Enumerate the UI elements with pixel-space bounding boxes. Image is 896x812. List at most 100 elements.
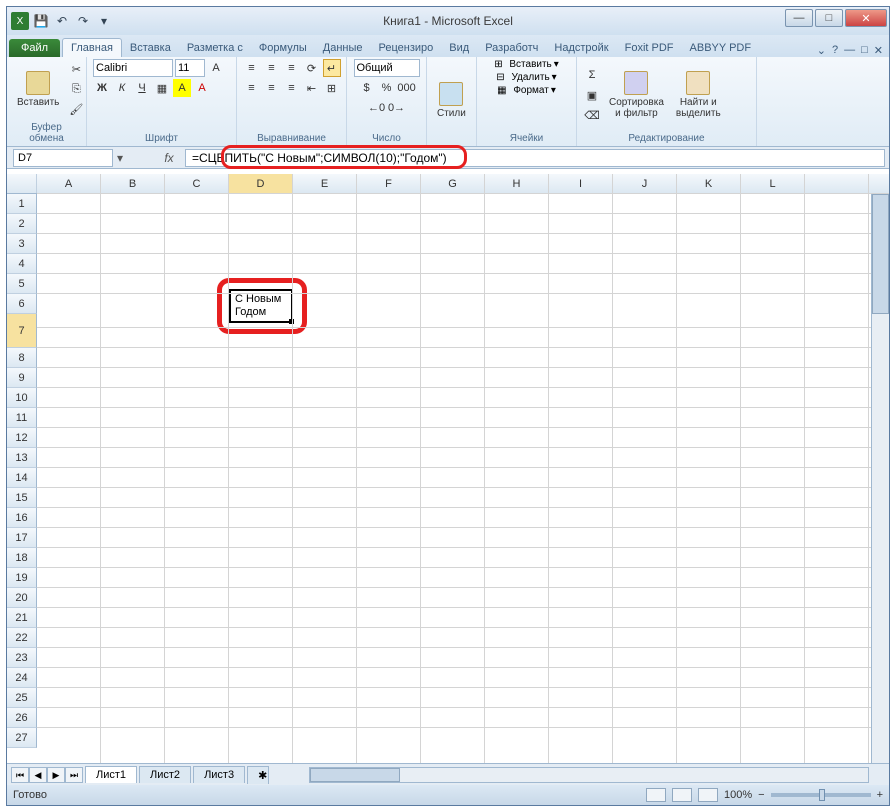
- zoom-in-icon[interactable]: +: [877, 789, 883, 801]
- font-name-combo[interactable]: Calibri: [93, 59, 173, 77]
- vscroll-thumb[interactable]: [872, 194, 889, 314]
- maximize-button[interactable]: □: [815, 9, 843, 27]
- zoom-out-icon[interactable]: −: [758, 789, 764, 801]
- name-box-dropdown-icon[interactable]: ▾: [113, 151, 127, 165]
- align-bot-icon[interactable]: ≡: [283, 59, 301, 77]
- row-header[interactable]: 7: [7, 314, 37, 348]
- underline-icon[interactable]: Ч: [133, 79, 151, 97]
- row-header[interactable]: 16: [7, 508, 37, 528]
- currency-icon[interactable]: $: [358, 79, 376, 97]
- minimize-button[interactable]: —: [785, 9, 813, 27]
- align-right-icon[interactable]: ≡: [283, 79, 301, 97]
- row-header[interactable]: 21: [7, 608, 37, 628]
- cells-insert-button[interactable]: ⊞ Вставить ▾: [494, 59, 559, 70]
- percent-icon[interactable]: %: [378, 79, 396, 97]
- row-header[interactable]: 18: [7, 548, 37, 568]
- font-size-combo[interactable]: 11: [175, 59, 205, 77]
- normal-view-icon[interactable]: [646, 788, 666, 802]
- undo-icon[interactable]: ↶: [53, 12, 71, 30]
- page-layout-view-icon[interactable]: [672, 788, 692, 802]
- page-break-view-icon[interactable]: [698, 788, 718, 802]
- qat-dropdown-icon[interactable]: ▾: [95, 12, 113, 30]
- minimize-ribbon-icon[interactable]: ⌄: [817, 44, 826, 57]
- sheet-tab[interactable]: Лист2: [139, 766, 191, 783]
- tab-foxit[interactable]: Foxit PDF: [617, 39, 682, 57]
- doc-close-icon[interactable]: ✕: [874, 44, 883, 57]
- worksheet-grid[interactable]: A B C D E F G H I J K L 1234567891011121…: [7, 174, 889, 763]
- cells-area[interactable]: С Новым Годом: [37, 174, 889, 763]
- align-center-icon[interactable]: ≡: [263, 79, 281, 97]
- row-header[interactable]: 6: [7, 294, 37, 314]
- autosum-icon[interactable]: Σ: [583, 66, 601, 84]
- border-icon[interactable]: ▦: [153, 79, 171, 97]
- row-header[interactable]: 15: [7, 488, 37, 508]
- wrap-text-icon[interactable]: ↵: [323, 59, 341, 77]
- tab-view[interactable]: Вид: [441, 39, 477, 57]
- format-painter-icon[interactable]: 🖌: [67, 101, 85, 119]
- sheet-tab-active[interactable]: Лист1: [85, 766, 137, 783]
- merge-icon[interactable]: ⊞: [323, 79, 341, 97]
- row-header[interactable]: 26: [7, 708, 37, 728]
- tab-formulas[interactable]: Формулы: [251, 39, 315, 57]
- increase-decimal-icon[interactable]: ←0: [368, 99, 386, 117]
- row-header[interactable]: 14: [7, 468, 37, 488]
- fill-icon[interactable]: ▣: [583, 86, 601, 104]
- row-header[interactable]: 9: [7, 368, 37, 388]
- fill-color-icon[interactable]: A: [173, 79, 191, 97]
- row-header[interactable]: 4: [7, 254, 37, 274]
- zoom-slider[interactable]: [771, 793, 871, 797]
- doc-restore-icon[interactable]: □: [861, 44, 868, 57]
- row-header[interactable]: 5: [7, 274, 37, 294]
- orientation-icon[interactable]: ⟳: [303, 59, 321, 77]
- row-header[interactable]: 23: [7, 648, 37, 668]
- row-header[interactable]: 11: [7, 408, 37, 428]
- row-header[interactable]: 1: [7, 194, 37, 214]
- close-button[interactable]: ✕: [845, 9, 887, 27]
- redo-icon[interactable]: ↷: [74, 12, 92, 30]
- save-icon[interactable]: 💾: [32, 12, 50, 30]
- row-header[interactable]: 22: [7, 628, 37, 648]
- cut-icon[interactable]: ✂: [67, 61, 85, 79]
- row-header[interactable]: 3: [7, 234, 37, 254]
- bold-icon[interactable]: Ж: [93, 79, 111, 97]
- row-header[interactable]: 12: [7, 428, 37, 448]
- active-cell[interactable]: С Новым Годом: [229, 289, 293, 323]
- paste-button[interactable]: Вставить: [13, 69, 63, 110]
- italic-icon[interactable]: К: [113, 79, 131, 97]
- row-header[interactable]: 10: [7, 388, 37, 408]
- row-header[interactable]: 19: [7, 568, 37, 588]
- number-format-combo[interactable]: Общий: [354, 59, 420, 77]
- sheet-nav-next-icon[interactable]: ▶: [47, 767, 65, 783]
- sort-filter-button[interactable]: Сортировка и фильтр: [605, 69, 668, 121]
- row-header[interactable]: 17: [7, 528, 37, 548]
- tab-developer[interactable]: Разработч: [477, 39, 546, 57]
- select-all-corner[interactable]: [7, 174, 37, 193]
- row-header[interactable]: 27: [7, 728, 37, 748]
- sheet-nav-prev-icon[interactable]: ◀: [29, 767, 47, 783]
- increase-font-icon[interactable]: A: [207, 59, 225, 77]
- file-tab[interactable]: Файл: [9, 39, 60, 57]
- copy-icon[interactable]: ⎘: [67, 81, 85, 99]
- horizontal-scrollbar[interactable]: [309, 767, 869, 783]
- tab-addins[interactable]: Надстройк: [546, 39, 616, 57]
- sheet-nav-last-icon[interactable]: ⏭: [65, 767, 83, 783]
- align-mid-icon[interactable]: ≡: [263, 59, 281, 77]
- clear-icon[interactable]: ⌫: [583, 106, 601, 124]
- fx-button[interactable]: fx: [157, 151, 181, 165]
- help-icon[interactable]: ?: [832, 44, 838, 57]
- vertical-scrollbar[interactable]: [871, 194, 889, 763]
- tab-layout[interactable]: Разметка с: [179, 39, 251, 57]
- row-header[interactable]: 13: [7, 448, 37, 468]
- doc-min-icon[interactable]: —: [844, 44, 855, 57]
- tab-review[interactable]: Рецензиро: [371, 39, 442, 57]
- tab-abbyy[interactable]: ABBYY PDF: [682, 39, 760, 57]
- align-top-icon[interactable]: ≡: [243, 59, 261, 77]
- find-select-button[interactable]: Найти и выделить: [672, 69, 725, 121]
- font-color-icon[interactable]: A: [193, 79, 211, 97]
- new-sheet-button[interactable]: ✱: [247, 766, 269, 784]
- row-header[interactable]: 20: [7, 588, 37, 608]
- sheet-nav-first-icon[interactable]: ⏮: [11, 767, 29, 783]
- align-left-icon[interactable]: ≡: [243, 79, 261, 97]
- row-header[interactable]: 2: [7, 214, 37, 234]
- hscroll-thumb[interactable]: [310, 768, 400, 782]
